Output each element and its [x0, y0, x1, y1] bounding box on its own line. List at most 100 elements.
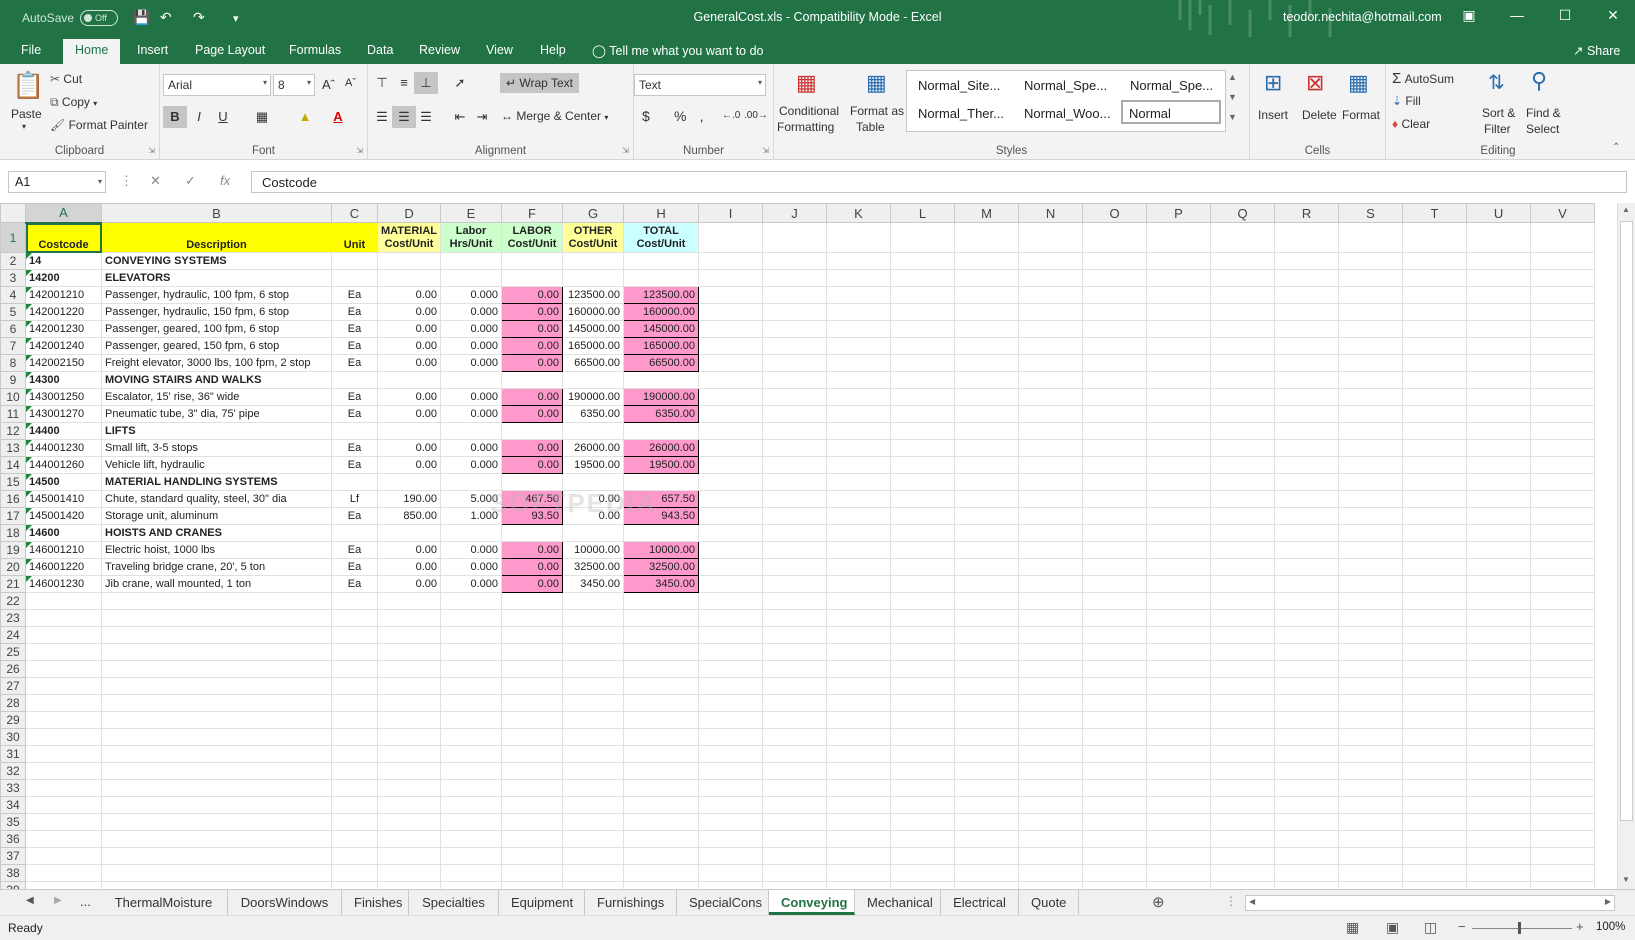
empty-cell[interactable] [1274, 847, 1340, 865]
sheet-tab-electrical[interactable]: Electrical [941, 890, 1019, 915]
empty-cell[interactable] [1402, 592, 1468, 610]
cell-costcode[interactable]: 142001230 [25, 320, 102, 338]
empty-cell[interactable] [1338, 609, 1404, 627]
empty-cell[interactable] [1402, 303, 1468, 321]
empty-cell[interactable] [890, 558, 956, 576]
empty-cell[interactable] [1018, 762, 1084, 780]
cell-material-cost[interactable]: 0.00 [376, 541, 442, 559]
empty-cell[interactable] [331, 813, 378, 831]
percent-icon[interactable]: % [674, 108, 686, 124]
page-break-view-icon[interactable]: ◫ [1424, 919, 1437, 936]
worksheet-grid[interactable]: ABCDEFGHIJKLMNOPQRSTUV 1 Costcode Descript… [0, 203, 1635, 889]
format-as-table-line1[interactable]: Format as [850, 104, 904, 118]
empty-cell[interactable] [1530, 694, 1596, 712]
cell-unit[interactable]: Ea [331, 507, 378, 525]
empty-cell[interactable] [890, 626, 956, 644]
insert-function-icon[interactable]: fx [220, 173, 230, 188]
cell-other-cost[interactable]: 19500.00 [562, 456, 625, 474]
empty-cell[interactable] [762, 252, 828, 270]
cell-unit[interactable]: Ea [331, 354, 378, 372]
empty-cell[interactable] [1082, 881, 1148, 889]
cell-description[interactable]: Escalator, 15' rise, 36" wide [101, 388, 332, 406]
empty-cell[interactable] [1274, 371, 1340, 389]
empty-cell[interactable] [1530, 388, 1596, 406]
empty-cell[interactable] [762, 473, 828, 491]
empty-cell[interactable] [826, 541, 892, 559]
empty-cell[interactable] [501, 643, 564, 661]
empty-cell[interactable] [1018, 507, 1084, 525]
empty-cell[interactable] [762, 320, 828, 338]
empty-cell[interactable] [762, 286, 828, 304]
empty-cell[interactable] [623, 864, 700, 882]
cell-description[interactable]: HOISTS AND CRANES [101, 524, 332, 542]
cell-other-cost[interactable]: 3450.00 [562, 575, 625, 593]
empty-cell[interactable] [1466, 473, 1532, 491]
cell-costcode[interactable]: 142001220 [25, 303, 102, 321]
empty-cell[interactable] [762, 558, 828, 576]
empty-cell[interactable] [1530, 728, 1596, 746]
empty-cell[interactable] [1210, 439, 1276, 457]
cell-labor-hrs[interactable]: 0.000 [440, 575, 503, 593]
empty-cell[interactable] [501, 796, 564, 814]
empty-cell[interactable] [1530, 592, 1596, 610]
empty-cell[interactable] [826, 507, 892, 525]
empty-cell[interactable] [1530, 439, 1596, 457]
empty-cell[interactable] [954, 524, 1020, 542]
share-button[interactable]: ↗ Share [1573, 43, 1620, 58]
empty-cell[interactable] [890, 507, 956, 525]
cell-labor-cost[interactable] [501, 422, 564, 440]
empty-cell[interactable] [1146, 269, 1212, 287]
align-top-icon[interactable]: ⊤ [370, 72, 394, 94]
empty-cell[interactable] [1274, 575, 1340, 593]
empty-cell[interactable] [501, 677, 564, 695]
empty-cell[interactable] [623, 779, 700, 797]
empty-cell[interactable] [1530, 558, 1596, 576]
empty-cell[interactable] [1402, 354, 1468, 372]
empty-cell[interactable] [1402, 286, 1468, 304]
vertical-scroll-thumb[interactable] [1620, 221, 1633, 821]
row-header[interactable]: 28 [0, 694, 26, 712]
empty-cell[interactable] [698, 609, 764, 627]
empty-cell[interactable] [1466, 762, 1532, 780]
empty-cell[interactable] [1146, 847, 1212, 865]
cell-other-cost[interactable]: 190000.00 [562, 388, 625, 406]
cell-labor-hrs[interactable]: 0.000 [440, 303, 503, 321]
empty-cell[interactable] [376, 745, 442, 763]
cell-costcode[interactable]: 142002150 [25, 354, 102, 372]
clear-button[interactable]: ♦ Clear [1392, 117, 1430, 131]
align-center-icon[interactable]: ☰ [392, 106, 416, 128]
header-description[interactable]: Description [101, 222, 332, 253]
minimize-icon[interactable]: — [1502, 7, 1532, 23]
empty-cell[interactable] [698, 286, 764, 304]
empty-cell[interactable] [440, 728, 503, 746]
empty-cell[interactable] [331, 592, 378, 610]
empty-cell[interactable] [1466, 490, 1532, 508]
cell-total-cost[interactable] [623, 252, 700, 270]
empty-cell[interactable] [954, 388, 1020, 406]
empty-cell[interactable] [101, 779, 332, 797]
empty-cell[interactable] [331, 830, 378, 848]
empty-cell[interactable] [1018, 354, 1084, 372]
empty-cell[interactable] [1146, 575, 1212, 593]
empty-cell[interactable] [762, 779, 828, 797]
cell-unit[interactable] [331, 473, 378, 491]
empty-cell[interactable] [376, 813, 442, 831]
font-launcher-icon[interactable]: ⇲ [356, 146, 363, 155]
cell-unit[interactable]: Ea [331, 575, 378, 593]
delete-cells-icon[interactable]: ⊠ [1306, 70, 1324, 96]
empty-cell[interactable] [1338, 813, 1404, 831]
row-header[interactable]: 27 [0, 677, 26, 695]
empty-cell[interactable] [1402, 405, 1468, 423]
empty-cell[interactable] [1210, 286, 1276, 304]
empty-cell[interactable] [1274, 541, 1340, 559]
empty-cell[interactable] [562, 592, 625, 610]
cell-material-cost[interactable] [376, 371, 442, 389]
empty-cell[interactable] [890, 524, 956, 542]
empty-cell[interactable] [1018, 796, 1084, 814]
empty-cell[interactable] [1466, 677, 1532, 695]
empty-cell[interactable] [890, 388, 956, 406]
empty-cell[interactable] [890, 286, 956, 304]
header-costcode[interactable]: Costcode [25, 222, 102, 253]
empty-cell[interactable] [954, 694, 1020, 712]
empty-cell[interactable] [1146, 388, 1212, 406]
